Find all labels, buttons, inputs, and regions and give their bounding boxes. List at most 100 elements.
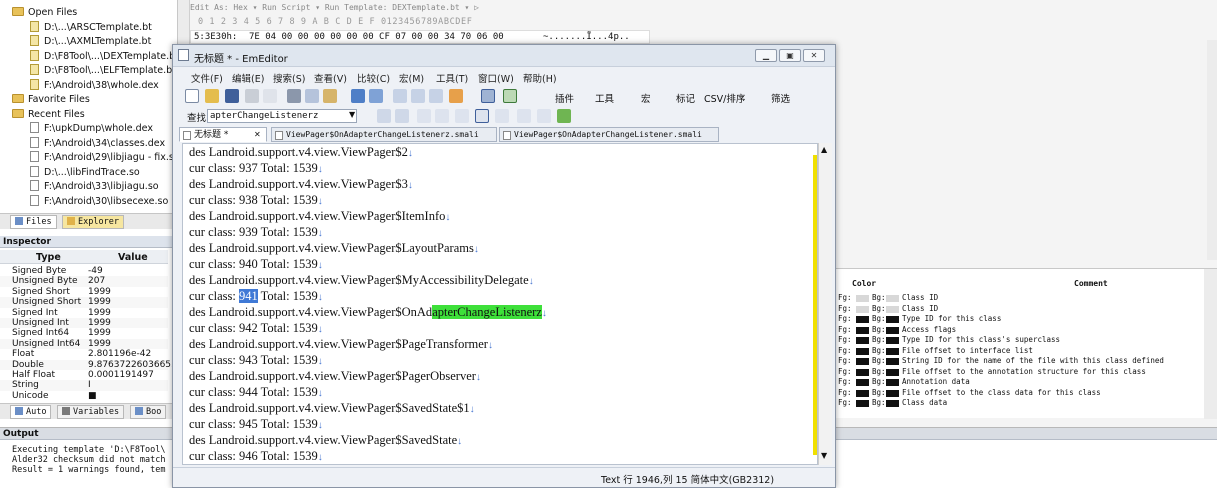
- editor-line[interactable]: cur class: 942 Total: 1539↓: [189, 320, 323, 336]
- inspector-row[interactable]: Signed Byte -49: [0, 266, 168, 277]
- inspector-row[interactable]: Float 2.801196e-42: [0, 349, 168, 360]
- inspector-row[interactable]: Signed Int 1999: [0, 307, 168, 318]
- template-row[interactable]: Fg: Bg: Access flags: [836, 325, 1204, 336]
- editor-line[interactable]: cur class: 943 Total: 1539↓: [189, 352, 323, 368]
- tab-bookmarks[interactable]: Boo: [130, 405, 167, 419]
- hex-row[interactable]: 5:3E30h: 7E 04 00 00 00 00 00 00 CF 07 0…: [190, 30, 650, 44]
- editor-line[interactable]: cur class: 944 Total: 1539↓: [189, 384, 323, 400]
- paste-icon[interactable]: [323, 89, 337, 103]
- editor-line[interactable]: des Landroid.support.v4.view.ViewPager$P…: [189, 336, 493, 352]
- template-row[interactable]: Fg: Bg: Class data: [836, 398, 1204, 409]
- search-next-icon[interactable]: [377, 109, 391, 123]
- redo-icon[interactable]: [369, 89, 383, 103]
- cut-icon[interactable]: [287, 89, 301, 103]
- inspector-row[interactable]: Half Float 0.0001191497: [0, 370, 168, 381]
- wrap-icon[interactable]: [481, 89, 495, 103]
- editor-line[interactable]: cur class: 945 Total: 1539↓: [189, 416, 323, 432]
- inspector-row[interactable]: Unsigned Short 1999: [0, 297, 168, 308]
- find-prev-icon[interactable]: [429, 89, 443, 103]
- template-scrollbar[interactable]: [1204, 269, 1217, 419]
- template-row[interactable]: Fg: Bg: File offset to the class data for …: [836, 388, 1204, 399]
- close-tab-icon[interactable]: ✕: [254, 128, 261, 142]
- editor-line[interactable]: des Landroid.support.v4.view.ViewPager$S…: [189, 432, 462, 448]
- open-file-item[interactable]: F:\Android\38\whole.dex: [0, 78, 159, 93]
- find-icon[interactable]: [393, 89, 407, 103]
- tab-auto[interactable]: Auto: [10, 405, 52, 419]
- recent-files-group[interactable]: Recent Files: [0, 108, 85, 122]
- editor-line[interactable]: des Landroid.support.v4.view.ViewPager$I…: [189, 208, 450, 224]
- close-button[interactable]: ✕: [803, 49, 825, 62]
- tab-untitled[interactable]: 无标题 * ✕: [179, 127, 267, 142]
- editor-line[interactable]: des Landroid.support.v4.view.ViewPager$2…: [189, 144, 413, 160]
- save-icon[interactable]: [225, 89, 239, 103]
- favorite-files-group[interactable]: Favorite Files: [0, 93, 90, 107]
- hex-toolbar[interactable]: Edit As: Hex ▾ Run Script ▾ Run Template…: [190, 3, 670, 15]
- case-icon[interactable]: [435, 109, 449, 123]
- inspector-row[interactable]: Unsigned Int 1999: [0, 318, 168, 329]
- template-row[interactable]: Fg: Bg: Type ID for this class's superclas…: [836, 335, 1204, 346]
- inspector-row[interactable]: Signed Int64 1999: [0, 328, 168, 339]
- recent-file-item[interactable]: F:\Android\29\libjiagu - fix.so: [0, 151, 180, 165]
- text-editor[interactable]: des Landroid.support.v4.view.ViewPager$2…: [182, 143, 818, 465]
- open-file-item[interactable]: D:\F8Tool\...\DEXTemplate.bt: [0, 49, 179, 64]
- menu-help[interactable]: 帮助(H): [523, 71, 557, 85]
- editor-line[interactable]: cur class: 937 Total: 1539↓: [189, 160, 323, 176]
- marker-icon[interactable]: [537, 109, 551, 123]
- emeditor-title-bar[interactable]: 无标题 * - EmEditor ▁ ▣ ✕: [173, 45, 835, 67]
- editor-line[interactable]: des Landroid.support.v4.view.ViewPager$3…: [189, 176, 413, 192]
- template-row[interactable]: Fg: Bg: String ID for the name of the file…: [836, 356, 1204, 367]
- template-row[interactable]: Fg: Bg: File offset to the annotation stru…: [836, 367, 1204, 378]
- search-prev-icon[interactable]: [395, 109, 409, 123]
- template-row[interactable]: Fg: Bg: File offset to interface list: [836, 346, 1204, 357]
- inspector-row[interactable]: Double 9.8763722603665...: [0, 359, 180, 370]
- hex-vertical-scrollbar[interactable]: [1207, 40, 1217, 260]
- recent-file-item[interactable]: F:\Android\33\libjiagu.so: [0, 180, 159, 194]
- toolbar-tools[interactable]: 工具: [595, 91, 614, 105]
- toolbar-macros[interactable]: 宏: [641, 91, 651, 105]
- toolbar-markers[interactable]: 标记: [676, 91, 695, 105]
- chevron-down-icon[interactable]: ▼: [349, 110, 355, 119]
- tab-explorer[interactable]: Explorer: [62, 215, 124, 229]
- template-row[interactable]: Fg: Bg: Class ID: [836, 293, 1204, 304]
- new-file-icon[interactable]: [185, 89, 199, 103]
- highlight-icon[interactable]: [417, 109, 431, 123]
- template-row[interactable]: Fg: Bg: Annotation data: [836, 377, 1204, 388]
- print-icon[interactable]: [245, 89, 259, 103]
- open-file-item[interactable]: D:\...\AXMLTemplate.bt: [0, 35, 151, 49]
- open-folder-icon[interactable]: [205, 89, 219, 103]
- menu-search[interactable]: 搜索(S): [273, 71, 305, 85]
- editor-line[interactable]: des Landroid.support.v4.view.ViewPager$P…: [189, 368, 481, 384]
- editor-vertical-scrollbar[interactable]: ▲ ▼: [818, 143, 832, 465]
- menu-window[interactable]: 窗口(W): [478, 71, 514, 85]
- recent-file-item[interactable]: D:\...\libFindTrace.so: [0, 165, 140, 180]
- word-icon[interactable]: [455, 109, 469, 123]
- minimize-button[interactable]: ▁: [755, 49, 777, 62]
- scroll-down-icon[interactable]: ▼: [821, 451, 827, 460]
- print-preview-icon[interactable]: [263, 89, 277, 103]
- editor-line[interactable]: cur class: 946 Total: 1539↓: [189, 448, 323, 464]
- toolbar-csv-sort[interactable]: CSV/排序: [704, 91, 745, 105]
- maximize-button[interactable]: ▣: [779, 49, 801, 62]
- tab-smali-2[interactable]: ViewPager$OnAdapterChangeListener.smali: [499, 127, 719, 142]
- open-file-item[interactable]: D:\F8Tool\...\ELFTemplate.bt: [0, 64, 176, 78]
- template-row[interactable]: Fg: Bg: Class ID: [836, 304, 1204, 315]
- menu-macro[interactable]: 宏(M): [399, 71, 424, 85]
- editor-line[interactable]: des Landroid.support.v4.view.ViewPager$S…: [189, 400, 475, 416]
- tab-files[interactable]: Files: [10, 215, 57, 229]
- regex-icon[interactable]: [475, 109, 489, 123]
- editor-line[interactable]: cur class: 941 Total: 1539↓: [189, 288, 323, 304]
- menu-file[interactable]: 文件(F): [191, 71, 223, 85]
- inspector-row[interactable]: Unicode ■: [0, 390, 168, 402]
- select-icon[interactable]: [517, 109, 531, 123]
- recent-file-item[interactable]: F:\upkDump\whole.dex: [0, 122, 153, 136]
- menu-compare[interactable]: 比较(C): [357, 71, 390, 85]
- recent-file-item[interactable]: F:\Android\30\libsecexe.so: [0, 194, 168, 209]
- view-mode-icon[interactable]: [503, 89, 517, 103]
- replace-icon[interactable]: [449, 89, 463, 103]
- template-row[interactable]: Fg: Bg: Type ID for this class: [836, 314, 1204, 325]
- editor-line[interactable]: cur class: 938 Total: 1539↓: [189, 192, 323, 208]
- toolbar-filter[interactable]: 筛选: [771, 91, 790, 105]
- editor-line[interactable]: des Landroid.support.v4.view.ViewPager$L…: [189, 240, 479, 256]
- find-input[interactable]: apterChangeListenerz: [207, 109, 357, 123]
- inspector-row[interactable]: Signed Short 1999: [0, 286, 168, 298]
